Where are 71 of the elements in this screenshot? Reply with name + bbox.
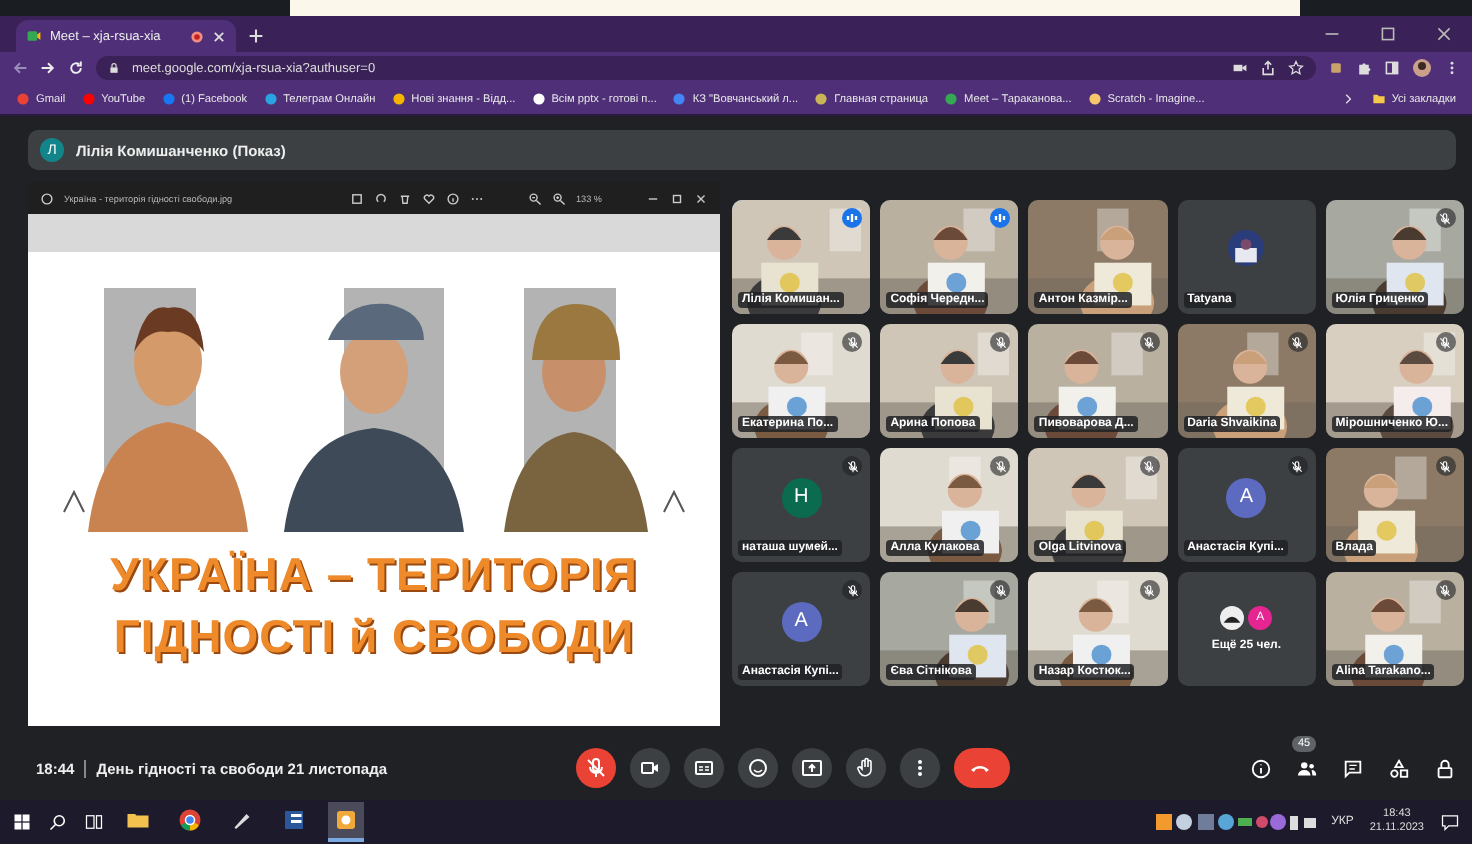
info-icon[interactable]: [445, 191, 460, 205]
close-icon[interactable]: [1436, 26, 1452, 42]
avatar: Н: [781, 477, 822, 517]
windows-start-icon[interactable]: [12, 812, 32, 832]
emoji-button[interactable]: [738, 748, 778, 788]
bookmark-icon: [814, 92, 829, 106]
more-options-button[interactable]: [900, 748, 940, 788]
zoom-in-icon[interactable]: [551, 191, 566, 205]
heart-icon[interactable]: [421, 191, 436, 205]
maximize-icon[interactable]: [1380, 26, 1396, 42]
hand-icon: [854, 756, 878, 780]
close-icon[interactable]: [694, 191, 708, 205]
folder-icon: [1371, 92, 1386, 106]
activities-icon[interactable]: [1388, 757, 1410, 779]
smiley-icon: [746, 756, 770, 780]
folder-icon: [126, 808, 150, 832]
browser-icon: [178, 808, 202, 832]
puzzle-icon[interactable]: [1356, 60, 1372, 76]
bookmark-icon: [391, 92, 406, 106]
bookmark-icon: [531, 92, 546, 106]
people-icon[interactable]: [1296, 757, 1318, 779]
slide-heading: ГІДНОСТІ й СВОБОДИ: [113, 608, 635, 666]
present-button[interactable]: [792, 748, 832, 788]
lock-icon: [108, 62, 120, 74]
maximize-icon[interactable]: [670, 191, 684, 205]
camera-button[interactable]: [630, 748, 670, 788]
photos-icon: [40, 191, 54, 205]
plus-icon[interactable]: [248, 28, 264, 44]
captions-icon: [692, 756, 716, 780]
bookmark-icon: [672, 92, 687, 106]
zoom-out-icon[interactable]: [527, 191, 542, 205]
chevron-icon[interactable]: [1341, 92, 1356, 106]
slide-heading: УКРАЇНА – ТЕРИТОРІЯ: [110, 546, 638, 604]
sidebar-icon[interactable]: [1384, 60, 1400, 76]
pen-icon: [230, 808, 254, 832]
chat-icon[interactable]: [1342, 757, 1364, 779]
avatar: А: [781, 601, 822, 641]
taskbar-app[interactable]: [328, 802, 364, 842]
camera-icon: [638, 756, 662, 780]
bookmark-icon: [944, 92, 959, 106]
raise-hand-button[interactable]: [846, 748, 886, 788]
profile-avatar[interactable]: [1412, 58, 1432, 78]
delete-icon[interactable]: [397, 191, 412, 205]
extension-icon[interactable]: [1328, 60, 1344, 76]
search-icon[interactable]: [48, 812, 68, 832]
back-icon[interactable]: [12, 60, 28, 76]
avatar: А: [1226, 477, 1267, 517]
task-view-icon[interactable]: [84, 812, 104, 832]
share-icon[interactable]: [1260, 60, 1276, 76]
captions-button[interactable]: [684, 748, 724, 788]
bookmark-icon: [16, 92, 30, 106]
mic-off-icon: [584, 756, 608, 780]
notifications-icon[interactable]: [1440, 812, 1460, 832]
bookmark-icon: [81, 92, 96, 106]
microphone-button[interactable]: [576, 748, 616, 788]
edit-icon[interactable]: [349, 191, 364, 205]
bookmark-icon: [1087, 92, 1102, 106]
photo-viewer-icon: [334, 808, 358, 832]
reload-icon[interactable]: [68, 60, 84, 76]
bookmark-icon: [263, 92, 278, 106]
lock-icon[interactable]: [1434, 757, 1456, 779]
meet-icon: [26, 28, 42, 44]
close-icon[interactable]: [212, 29, 226, 43]
forward-icon[interactable]: [40, 60, 56, 76]
present-icon: [800, 756, 824, 780]
bookmark-icon: [161, 92, 176, 106]
star-icon[interactable]: [1288, 60, 1304, 76]
rotate-icon[interactable]: [373, 191, 388, 205]
end-call-button[interactable]: [954, 748, 1010, 788]
camera-icon[interactable]: [1232, 60, 1248, 76]
document-icon: [282, 808, 306, 832]
